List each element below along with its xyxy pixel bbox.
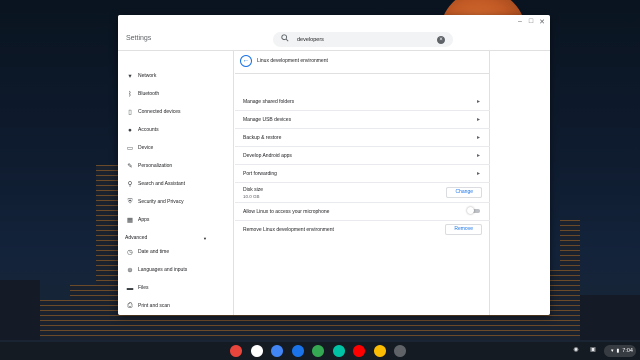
title-bar: Settings – □ ✕ × [118, 15, 550, 51]
search-input[interactable] [297, 35, 427, 44]
clear-search-icon[interactable]: × [437, 35, 445, 44]
bluetooth-icon: ᛒ [128, 90, 132, 98]
sidebar: Advanced ▼ ▾ Network ᛒ Bluetooth ▯ Connected … [118, 51, 234, 315]
toggle-knob [467, 207, 474, 214]
sidebar-item-label: Apps [138, 217, 150, 223]
sidebar-item-label: Personalization [138, 163, 173, 169]
close-button[interactable]: ✕ [537, 18, 547, 26]
laptop-icon: ▭ [126, 145, 134, 152]
advanced-label: Advanced [125, 235, 148, 241]
back-arrow-icon[interactable]: ← [240, 55, 252, 67]
row-label: Allow Linux to access your microphone [243, 209, 330, 215]
sidebar-item-label: Search and Assistant [138, 181, 185, 187]
search-bar[interactable]: × [273, 32, 453, 47]
advanced-section-toggle[interactable]: Advanced ▼ [125, 233, 207, 243]
wifi-icon: ▾ [128, 73, 132, 80]
folder-icon: ▬ [126, 284, 134, 292]
record-icon[interactable]: ◉ [571, 346, 581, 356]
row-label: Manage USB devices [243, 117, 292, 123]
sheets-app-icon[interactable] [312, 345, 324, 357]
sidebar-item-bluetooth[interactable]: ᛒ Bluetooth [118, 87, 210, 101]
settings-window: Settings – □ ✕ × Advanced ▼ ▾ Network ᛒ Blu… [118, 15, 550, 315]
chevron-right-icon: ▸ [476, 99, 480, 105]
remove-linux-button[interactable]: Remove [445, 224, 482, 235]
youtube-app-icon[interactable] [353, 345, 365, 357]
row-develop-android-apps[interactable]: Develop Android apps ▸ [235, 147, 490, 165]
gmail-app-icon[interactable] [250, 345, 263, 357]
row-label: Port forwarding [243, 171, 277, 177]
chevron-right-icon: ▸ [476, 117, 480, 123]
sidebar-item-label: Languages and inputs [138, 267, 188, 273]
linux-settings-page: ← Linux development environment Manage s… [235, 51, 490, 315]
docs-app-icon[interactable] [271, 345, 283, 357]
sidebar-item-label: Connected devices [138, 109, 181, 115]
phone-icon: ▯ [128, 109, 132, 116]
sidebar-item-personalization[interactable]: ✎ Personalization [118, 159, 210, 173]
brush-icon: ✎ [127, 163, 133, 170]
page-title: Linux development environment [257, 58, 328, 64]
settings-app-icon[interactable] [394, 345, 406, 357]
sidebar-item-print-and-scan[interactable]: ⎙ Print and scan [118, 299, 210, 313]
status-tray[interactable]: ▾ ▮ 7:04 [604, 345, 636, 357]
row-label: Develop Android apps [243, 153, 292, 159]
files-app-icon[interactable] [291, 345, 304, 357]
sidebar-item-label: Date and time [138, 249, 170, 255]
clock-time: 7:04 [622, 348, 633, 354]
sidebar-item-label: Bluetooth [138, 91, 160, 97]
clipboard-icon[interactable]: ▣ [588, 346, 598, 356]
disk-size-value: 10.0 GB [243, 194, 260, 199]
sidebar-item-label: Print and scan [138, 303, 170, 309]
sidebar-item-label: Files [138, 285, 149, 291]
chrome-app-icon[interactable] [230, 345, 242, 357]
disk-size-label: Disk size [243, 187, 264, 193]
microphone-toggle[interactable] [467, 207, 480, 214]
sidebar-item-security-and-privacy[interactable]: ⛨ Security and Privacy [118, 195, 210, 209]
apps-grid-icon: ▦ [126, 217, 134, 224]
maximize-button[interactable]: □ [526, 18, 536, 25]
play-store-app-icon[interactable] [332, 345, 345, 357]
row-label: Remove Linux development environment [243, 227, 334, 233]
row-manage-usb-devices[interactable]: Manage USB devices ▸ [235, 111, 490, 129]
globe-icon: ⊕ [127, 267, 133, 274]
row-label: Manage shared folders [243, 99, 295, 105]
photos-app-icon[interactable] [373, 345, 386, 357]
row-label: Backup & restore [243, 135, 282, 141]
sidebar-item-files[interactable]: ▬ Files [118, 281, 210, 295]
sidebar-item-label: Network [138, 73, 157, 79]
app-title: Settings [126, 35, 152, 42]
change-disk-size-button[interactable]: Change [446, 187, 482, 198]
minimize-button[interactable]: – [515, 18, 525, 25]
person-icon: ● [128, 126, 132, 134]
chevron-right-icon: ▸ [476, 153, 480, 159]
row-disk-size: Disk size 10.0 GB Change [235, 183, 490, 203]
sidebar-item-label: Accounts [138, 127, 159, 133]
shield-icon: ⛨ [127, 198, 133, 205]
row-port-forwarding[interactable]: Port forwarding ▸ [235, 165, 490, 183]
sidebar-item-label: Device [138, 145, 154, 151]
row-manage-shared-folders[interactable]: Manage shared folders ▸ [235, 93, 490, 111]
caret-down-icon: ▼ [203, 235, 207, 241]
row-backup-restore[interactable]: Backup & restore ▸ [235, 129, 490, 147]
sidebar-item-date-and-time[interactable]: ◷ Date and time [118, 245, 210, 259]
sidebar-item-search-and-assistant[interactable]: ⚲ Search and Assistant [118, 177, 210, 191]
shelf: ◉ ▣ ▾ ▮ 7:04 [0, 342, 640, 360]
printer-icon: ⎙ [127, 302, 133, 309]
sidebar-item-languages-and-inputs[interactable]: ⊕ Languages and inputs [118, 263, 210, 277]
battery-icon: ▮ [616, 348, 620, 354]
chevron-right-icon: ▸ [476, 171, 480, 177]
sidebar-item-connected-devices[interactable]: ▯ Connected devices [118, 105, 210, 119]
wifi-status-icon: ▾ [611, 348, 614, 354]
search-icon [281, 34, 289, 42]
sidebar-item-accounts[interactable]: ● Accounts [118, 123, 210, 137]
sidebar-item-network[interactable]: ▾ Network [118, 69, 210, 83]
sidebar-item-device[interactable]: ▭ Device [118, 141, 210, 155]
chevron-right-icon: ▸ [476, 135, 480, 141]
search-icon: ⚲ [127, 181, 133, 188]
clock-icon: ◷ [127, 249, 133, 256]
sidebar-item-apps[interactable]: ▦ Apps [118, 213, 210, 227]
row-microphone-access: Allow Linux to access your microphone [235, 203, 490, 221]
row-remove-linux: Remove Linux development environment Rem… [235, 221, 490, 239]
sidebar-item-label: Security and Privacy [138, 199, 184, 205]
